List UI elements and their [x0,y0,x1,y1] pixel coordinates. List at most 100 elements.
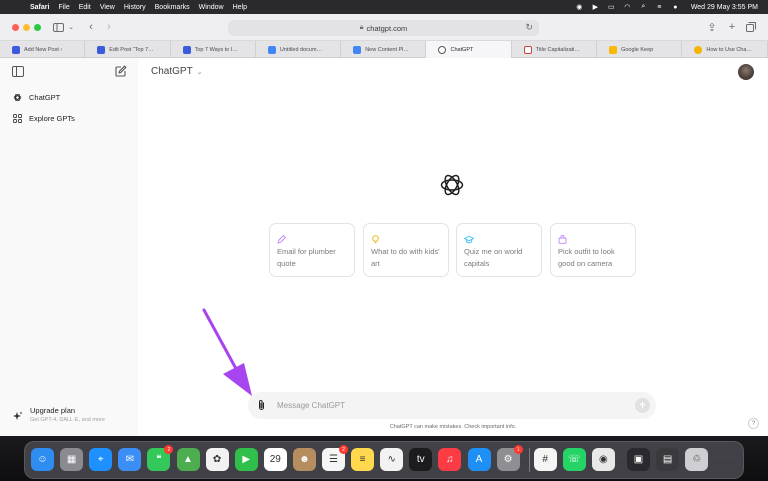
dock-app-safari[interactable]: ⌖ [89,448,113,471]
suggestion-card[interactable]: Email for plumber quote [269,223,355,277]
play-pause-icon[interactable]: ▶ [591,3,600,12]
dock-app-notes[interactable]: ≡ [351,448,375,471]
calendar-icon: 29 [269,454,281,465]
notes-icon: ≡ [359,454,366,465]
tab-5[interactable]: ChatGPT [426,41,512,58]
close-window-button[interactable] [12,24,19,31]
freeform-icon: ∿ [387,454,396,465]
dock-app-app-store[interactable]: A [467,448,491,471]
tab-overview-icon[interactable] [745,20,757,34]
model-selector[interactable]: ChatGPT ⌄ [151,66,203,77]
message-input[interactable]: Message ChatGPT [277,401,345,410]
tab-label: Edit Post “Top 7… [109,46,154,53]
suggestion-card[interactable]: Quiz me on world capitals [456,223,542,277]
model-selector-label: ChatGPT [151,66,193,77]
forward-button[interactable]: › [104,20,114,34]
dock-app-slack[interactable]: # [533,448,557,471]
dock-app-calendar[interactable]: 29 [263,448,287,471]
tab-3[interactable]: Untitled docum… [256,41,342,58]
tab-2[interactable]: Top 7 Ways to I… [171,41,256,58]
wifi-icon[interactable]: ◠ [623,3,632,12]
tab-favicon-icon [12,45,20,54]
dock-app-photos[interactable]: ✿ [205,448,229,471]
dock-app-preview[interactable]: ▤ [656,448,680,471]
tab-label: New Content Pl… [365,46,409,53]
tab-favicon-icon [694,45,703,54]
dock-app-launchpad[interactable]: ▦ [60,448,84,471]
menu-view[interactable]: View [100,4,115,11]
avatar[interactable] [738,64,754,80]
close-sidebar-icon[interactable] [12,66,24,77]
dock-app-mail[interactable]: ✉ [118,448,142,471]
sidebar-toggle-icon[interactable] [52,20,64,34]
pen-icon [277,231,287,244]
tab-4[interactable]: New Content Pl… [341,41,427,58]
openai-icon [13,93,22,102]
battery-icon[interactable]: ▭ [607,3,616,12]
new-chat-icon[interactable] [114,65,127,78]
app-store-icon: A [475,454,483,465]
menu-history[interactable]: History [124,4,146,11]
back-button[interactable]: ‹ [86,20,96,34]
tab-favicon-icon [182,45,191,54]
browser-toolbar: ⌄ ‹ › 🔒︎ chatgpt.com ↻ ⇪ + [0,14,768,41]
sidebar-item-label: ChatGPT [29,92,61,102]
menu-bar-tray: ◉ ▶ ▭ ◠ ⌕ ≡ ● Wed 29 May 3:55 PM [575,0,758,14]
new-tab-icon[interactable]: + [726,20,738,34]
chrome-icon: ◉ [599,454,608,465]
search-icon[interactable]: ⌕ [639,3,648,12]
dock-app-system-settings[interactable]: ⚙ 1 [496,445,523,471]
launchpad-icon: ▦ [66,454,77,465]
mail-icon: ✉ [125,454,134,465]
zoom-window-button[interactable] [34,24,41,31]
sidebar-item-label: Explore GPTs [29,113,75,123]
music-icon: ♫ [446,454,454,465]
tab-7[interactable]: Google Keep [597,41,683,58]
menu-app-name[interactable]: Safari [30,4,49,11]
dock-app-contacts[interactable]: ☻ [292,448,316,471]
upgrade-plan-button[interactable]: Upgrade plan Get GPT-4, DALL·E, and more [13,406,105,423]
dock-app-freeform[interactable]: ∿ [380,448,404,471]
annotation-arrow-icon [202,308,252,396]
dock-app-facetime[interactable]: ▶ [234,448,258,471]
dock-app-trash[interactable]: ♲ [685,448,709,471]
address-bar[interactable]: 🔒︎ chatgpt.com ↻ [228,20,539,36]
menu-file[interactable]: File [58,4,69,11]
menu-window[interactable]: Window [199,4,224,11]
menu-edit[interactable]: Edit [79,4,91,11]
send-button[interactable] [635,398,650,413]
dock-app-chrome[interactable]: ◉ [591,448,615,471]
help-button[interactable]: ? [748,418,759,429]
dock-app-reminders[interactable]: ☰ 2 [322,445,348,471]
menu-bar-clock[interactable]: Wed 29 May 3:55 PM [691,4,758,11]
suggestion-card[interactable]: What to do with kids' art [363,223,449,277]
dock-app-maps[interactable]: ▲ [176,448,200,471]
control-center-icon[interactable]: ≡ [655,3,664,12]
tab-0[interactable]: Add New Post ‹ [0,41,86,58]
suggestion-card[interactable]: Pick outfit to look good on camera [550,223,636,277]
sidebar-item-chatgpt[interactable]: ChatGPT [13,90,60,104]
maps-icon: ▲ [183,454,193,465]
tab-1[interactable]: Edit Post “Top 7… [85,41,171,58]
dock-app-whatsapp[interactable]: ☏ [562,448,586,471]
dock-app-tv[interactable]: tv [409,448,433,471]
tab-label: Title Capitalizati… [535,46,580,53]
chevron-down-icon[interactable]: ⌄ [67,20,75,34]
minimize-window-button[interactable] [23,24,30,31]
screen-record-icon[interactable]: ◉ [575,3,584,12]
dock-app-messages[interactable]: ❝ 2 [147,445,174,471]
dock-app-finder[interactable]: ☺ [31,448,54,471]
tab-label: Google Keep [621,46,654,53]
siri-icon[interactable]: ● [671,3,680,12]
reload-icon[interactable]: ↻ [525,22,533,33]
share-icon[interactable]: ⇪ [706,20,718,34]
menu-bookmarks[interactable]: Bookmarks [155,4,190,11]
dock-app-screenshot[interactable]: ▣ [627,448,650,471]
tab-6[interactable]: Title Capitalizati… [512,41,598,58]
tab-8[interactable]: How to Use Cha… [682,41,768,58]
attach-paperclip-icon[interactable] [256,399,267,412]
preview-icon: ▤ [662,454,673,465]
menu-help[interactable]: Help [233,4,247,11]
sidebar-item-explore-gpts[interactable]: Explore GPTs [13,111,75,125]
dock-app-music[interactable]: ♫ [438,448,462,471]
